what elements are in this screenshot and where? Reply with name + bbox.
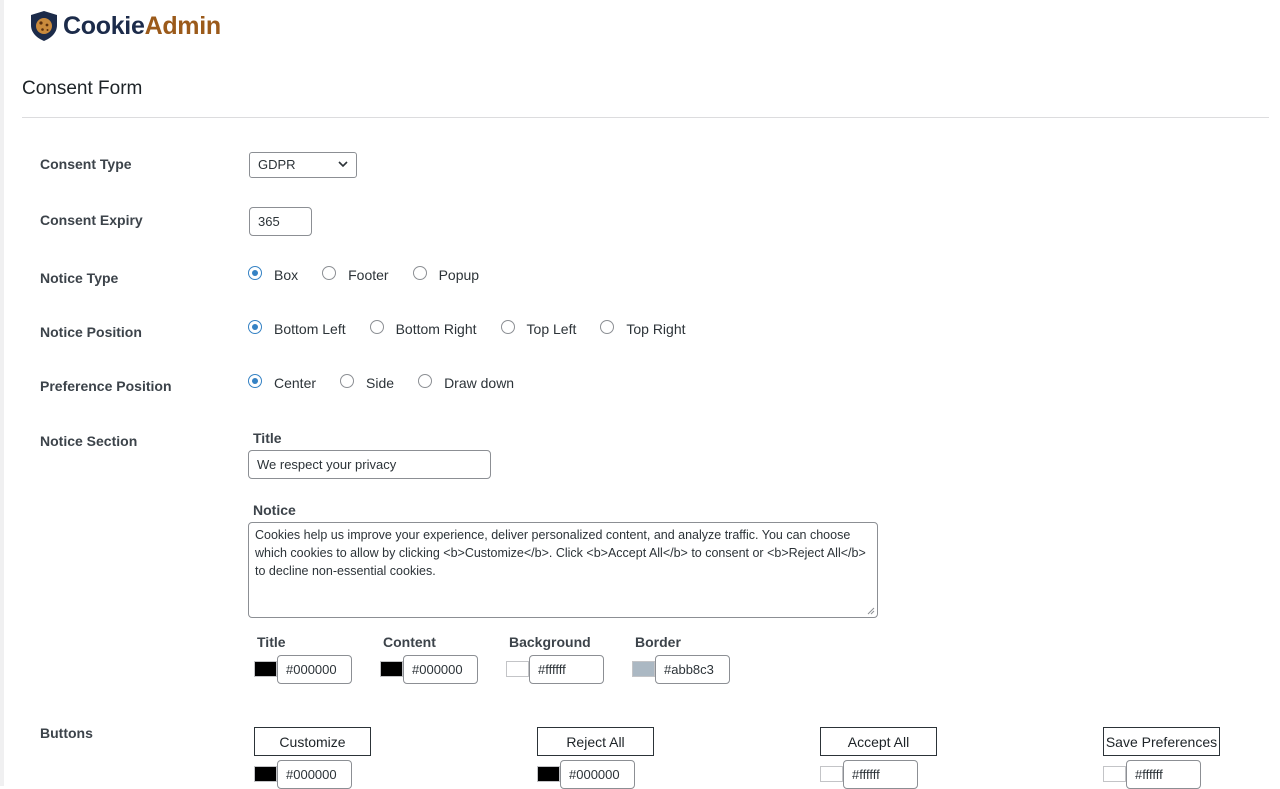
chevron-down-icon xyxy=(338,161,348,168)
notice-type-option-popup[interactable]: Popup xyxy=(412,266,480,283)
radio-button[interactable] xyxy=(600,320,615,334)
radio-button[interactable] xyxy=(248,374,262,388)
notice-type-label: Notice Type xyxy=(40,270,119,286)
color-value: #000000 xyxy=(569,767,620,782)
title-color-label: Title xyxy=(257,634,286,650)
accept-all-color-swatch[interactable] xyxy=(820,766,843,782)
preference-position-option-center[interactable]: Center xyxy=(248,374,317,391)
radio-label: Side xyxy=(366,375,395,391)
notice-type-option-footer[interactable]: Footer xyxy=(322,266,389,283)
shield-cookie-icon xyxy=(31,11,57,41)
notice-text-label: Notice xyxy=(253,502,296,518)
reject-all-color-input[interactable]: #000000 xyxy=(560,760,635,789)
radio-button[interactable] xyxy=(418,374,433,388)
radio-label: Box xyxy=(274,267,299,283)
reject-all-button-preview[interactable]: Reject All xyxy=(537,727,654,756)
preference-position-option-side[interactable]: Side xyxy=(340,374,395,391)
radio-label: Draw down xyxy=(444,375,515,391)
color-value: #abb8c3 xyxy=(664,662,714,677)
background-color-label: Background xyxy=(509,634,591,650)
left-edge xyxy=(0,0,4,786)
title-color-swatch[interactable] xyxy=(254,661,277,677)
notice-section-label: Notice Section xyxy=(40,433,138,449)
notice-position-radio-group: Bottom Left Bottom Right Top Left Top Ri… xyxy=(248,320,710,337)
radio-label: Bottom Left xyxy=(274,321,346,337)
brand-name-part2: Admin xyxy=(144,12,222,40)
consent-type-label: Consent Type xyxy=(40,156,132,172)
radio-button[interactable] xyxy=(248,266,262,280)
notice-title-label: Title xyxy=(253,430,282,446)
button-label: Reject All xyxy=(566,733,625,750)
radio-label: Center xyxy=(274,375,317,391)
color-value: #000000 xyxy=(286,767,337,782)
radio-button[interactable] xyxy=(248,320,262,334)
customize-color-swatch[interactable] xyxy=(254,766,277,782)
radio-button[interactable] xyxy=(412,266,427,280)
notice-position-label: Notice Position xyxy=(40,324,142,340)
resize-handle-icon[interactable] xyxy=(866,606,875,615)
customize-button-preview[interactable]: Customize xyxy=(254,727,371,756)
customize-color-input[interactable]: #000000 xyxy=(277,760,352,789)
color-value: #ffffff xyxy=(538,662,566,677)
radio-button[interactable] xyxy=(340,374,355,388)
radio-button[interactable] xyxy=(369,320,384,334)
consent-expiry-input[interactable]: 365 xyxy=(249,207,312,236)
title-color-input[interactable]: #000000 xyxy=(277,655,352,684)
radio-label: Footer xyxy=(348,267,389,283)
page-title: Consent Form xyxy=(22,78,143,99)
notice-title-input[interactable]: We respect your privacy xyxy=(248,450,491,479)
consent-expiry-label: Consent Expiry xyxy=(40,212,143,228)
background-color-swatch[interactable] xyxy=(506,661,529,677)
background-color-input[interactable]: #ffffff xyxy=(529,655,604,684)
button-label: Save Preferences xyxy=(1105,733,1218,750)
consent-type-select[interactable]: GDPR xyxy=(249,152,357,178)
notice-text-value: Cookies help us improve your experience,… xyxy=(255,528,866,578)
border-color-swatch[interactable] xyxy=(632,661,655,677)
border-color-label: Border xyxy=(635,634,681,650)
color-value: #000000 xyxy=(412,662,463,677)
buttons-label: Buttons xyxy=(40,725,93,741)
radio-button[interactable] xyxy=(322,266,337,280)
notice-type-option-box[interactable]: Box xyxy=(248,266,299,283)
divider xyxy=(22,117,1269,118)
consent-expiry-value: 365 xyxy=(258,214,280,229)
save-preferences-color-swatch[interactable] xyxy=(1103,766,1126,782)
preference-position-label: Preference Position xyxy=(40,378,172,394)
save-preferences-color-input[interactable]: #ffffff xyxy=(1126,760,1201,789)
color-value: #ffffff xyxy=(852,767,880,782)
notice-title-value: We respect your privacy xyxy=(257,457,397,472)
color-value: #ffffff xyxy=(1135,767,1163,782)
notice-textarea[interactable]: Cookies help us improve your experience,… xyxy=(248,522,878,618)
radio-label: Popup xyxy=(438,267,480,283)
brand-name: CookieAdmin xyxy=(63,10,221,42)
content-color-label: Content xyxy=(383,634,436,650)
notice-position-option-top-right[interactable]: Top Right xyxy=(600,320,686,337)
notice-position-option-top-left[interactable]: Top Left xyxy=(500,320,577,337)
brand-name-part1: Cookie xyxy=(63,12,145,40)
radio-label: Top Left xyxy=(526,321,577,337)
consent-type-value: GDPR xyxy=(258,157,296,172)
radio-label: Top Right xyxy=(626,321,686,337)
border-color-input[interactable]: #abb8c3 xyxy=(655,655,730,684)
button-label: Customize xyxy=(279,733,346,750)
button-label: Accept All xyxy=(847,733,910,750)
radio-label: Bottom Right xyxy=(395,321,477,337)
notice-position-option-bottom-right[interactable]: Bottom Right xyxy=(369,320,477,337)
reject-all-color-swatch[interactable] xyxy=(537,766,560,782)
content-color-input[interactable]: #000000 xyxy=(403,655,478,684)
accept-all-color-input[interactable]: #ffffff xyxy=(843,760,918,789)
radio-button[interactable] xyxy=(500,320,515,334)
save-preferences-button-preview[interactable]: Save Preferences xyxy=(1103,727,1220,756)
content-color-swatch[interactable] xyxy=(380,661,403,677)
notice-position-option-bottom-left[interactable]: Bottom Left xyxy=(248,320,346,337)
color-value: #000000 xyxy=(286,662,337,677)
accept-all-button-preview[interactable]: Accept All xyxy=(820,727,937,756)
brand-logo: CookieAdmin xyxy=(28,10,221,42)
notice-type-radio-group: Box Footer Popup xyxy=(248,266,503,283)
preference-position-option-draw-down[interactable]: Draw down xyxy=(418,374,515,391)
preference-position-radio-group: Center Side Draw down xyxy=(248,374,538,391)
